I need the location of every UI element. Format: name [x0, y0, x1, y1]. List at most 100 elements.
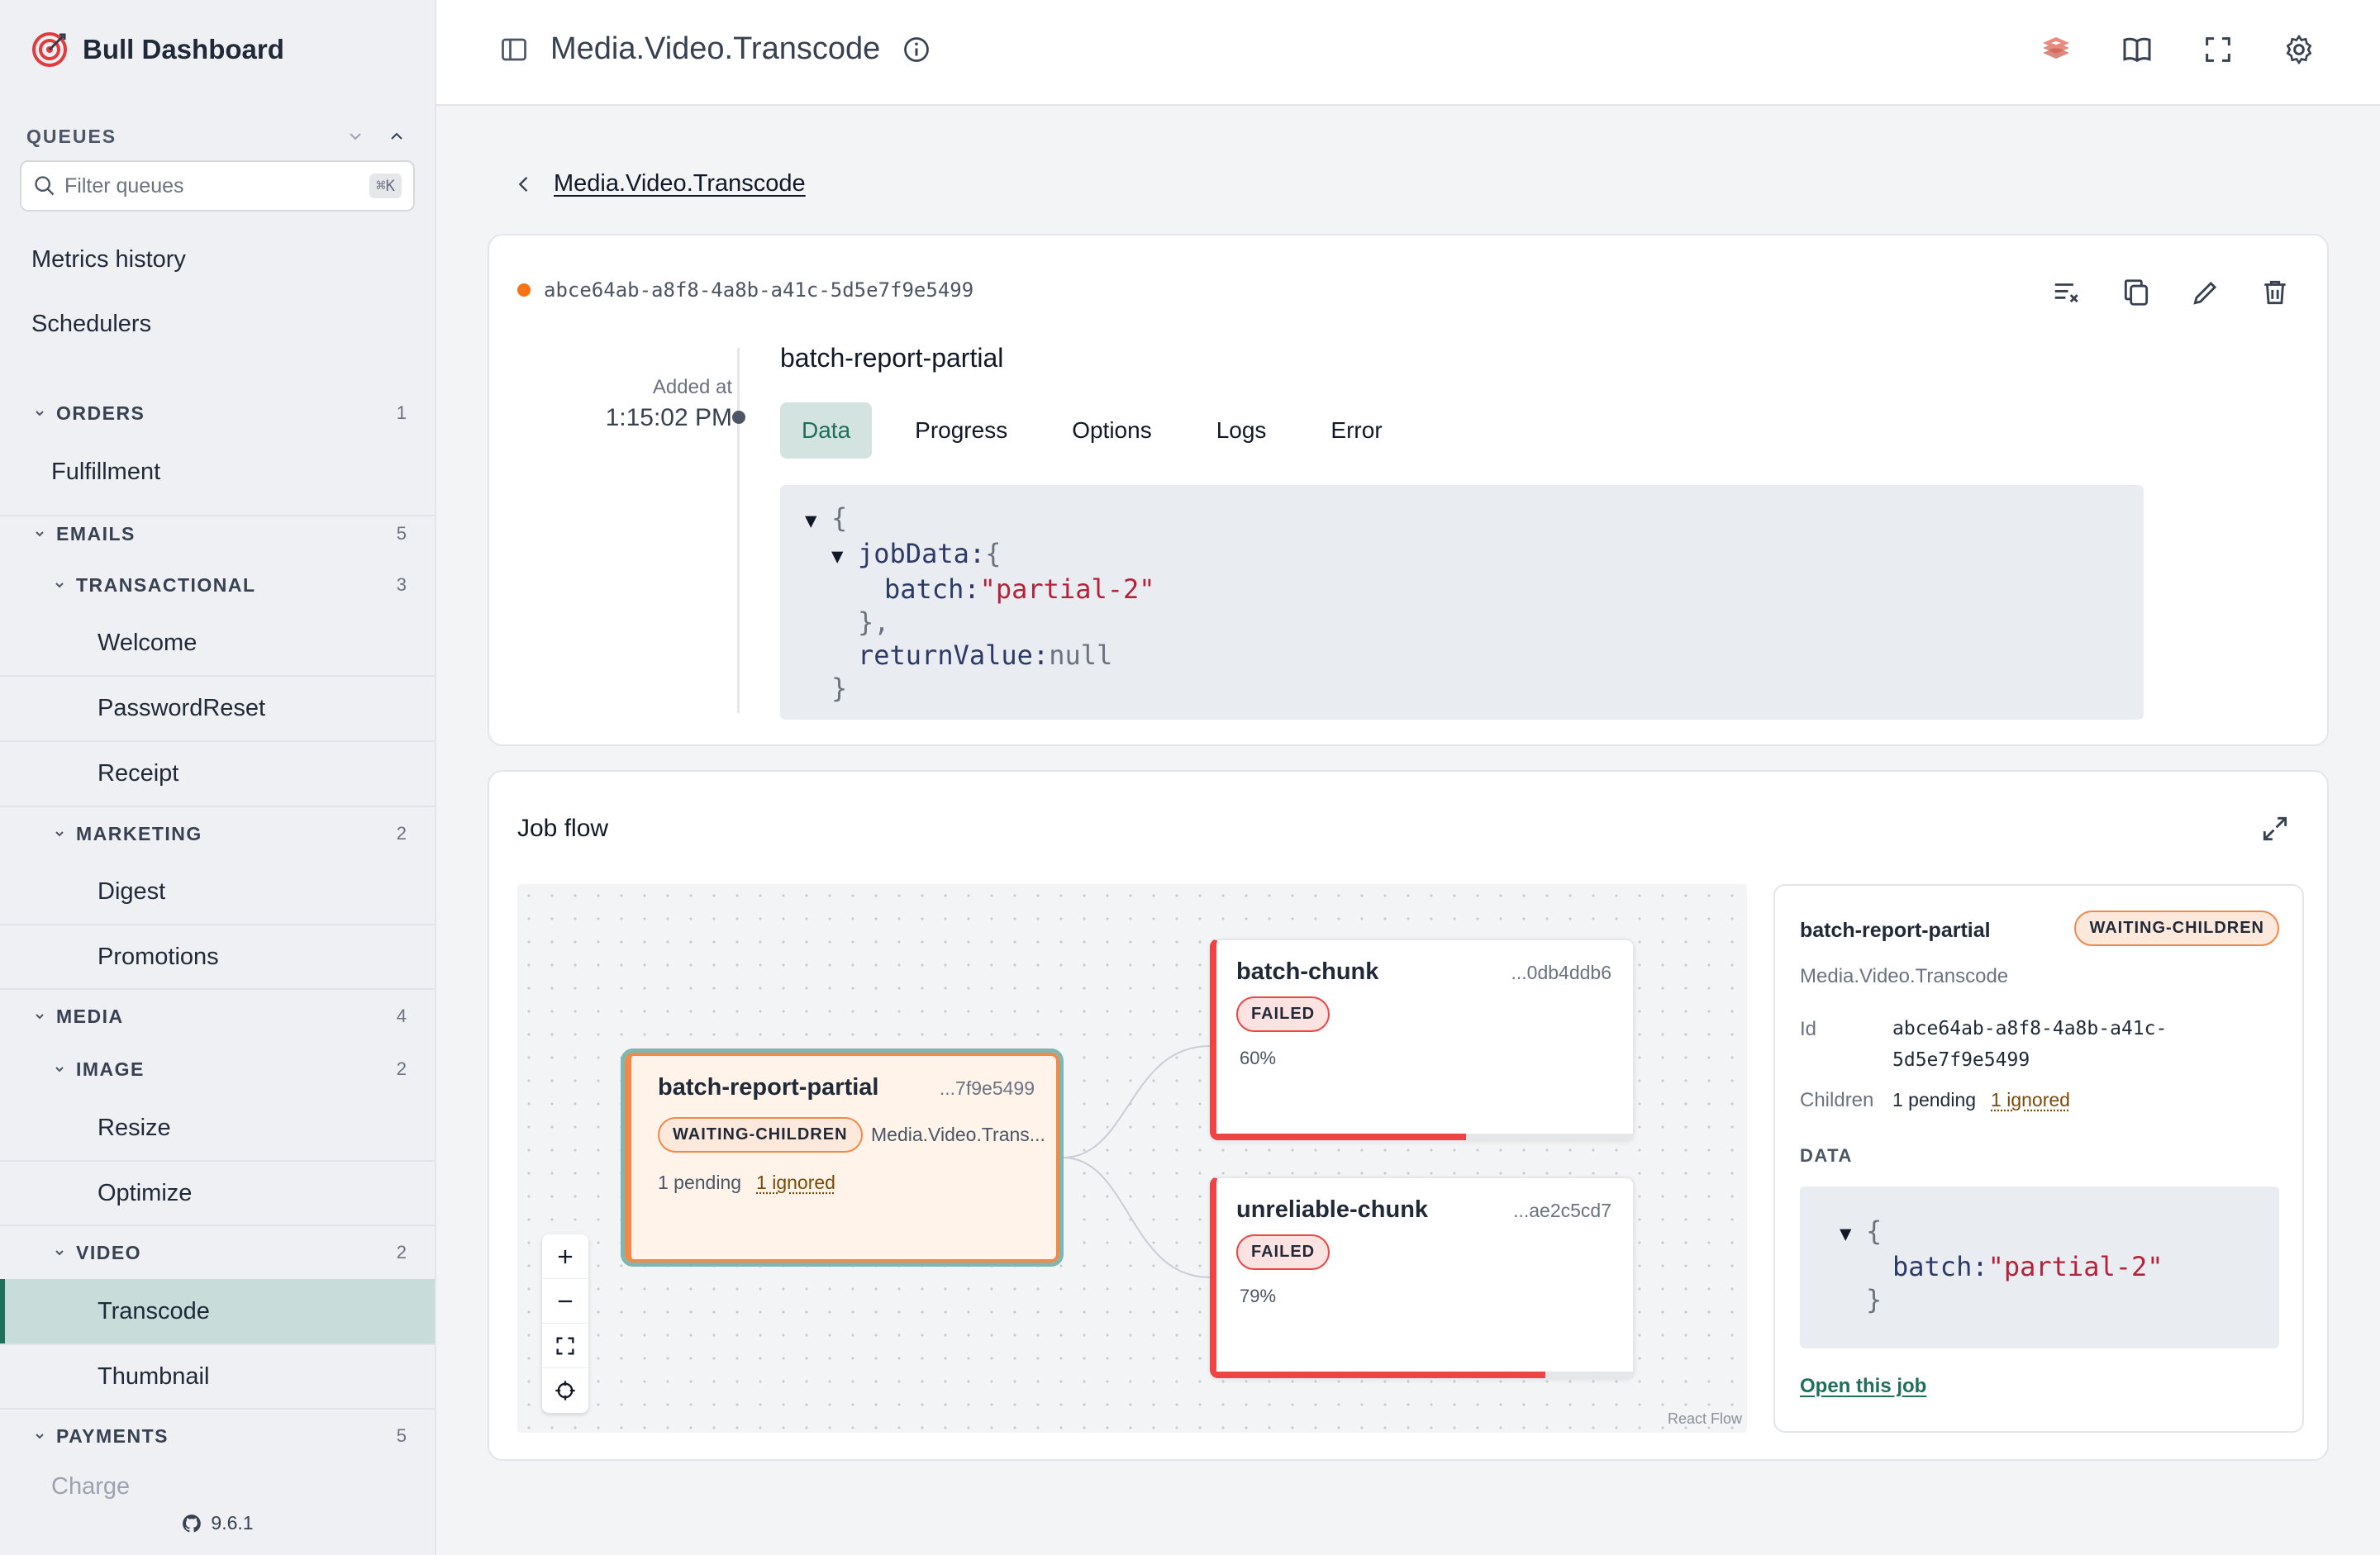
chevron-down-icon	[36, 1014, 44, 1020]
tab-options[interactable]: Options	[1050, 402, 1173, 459]
group-media[interactable]: MEDIA 4	[0, 988, 435, 1043]
back-to-queue-link[interactable]: Media.Video.Transcode	[554, 170, 806, 197]
progress-label: 60%	[1240, 1048, 1277, 1068]
sidebar-toggle-icon[interactable]	[499, 35, 529, 64]
group-label: EMAILS	[56, 522, 136, 544]
sidebar: Bull Dashboard QUEUES ⌘K Metrics history…	[0, 0, 436, 1555]
group-label: PAYMENTS	[56, 1424, 169, 1447]
timeline-line	[737, 348, 740, 713]
version-footer[interactable]: 9.6.1	[0, 1512, 435, 1534]
group-count: 3	[396, 574, 407, 595]
job-id: abce64ab-a8f8-4a8b-a41c-5d5e7f9e5499	[517, 278, 973, 302]
filter-queues-input[interactable]	[64, 174, 362, 198]
flow-node-child[interactable]: batch-chunk ...0db4ddb6 FAILED 60%	[1210, 939, 1635, 1140]
queue-item-transcode[interactable]: Transcode	[0, 1279, 435, 1343]
collapse-toggle[interactable]: ▼	[831, 540, 858, 573]
group-count: 2	[396, 823, 407, 844]
queue-item-digest[interactable]: Digest	[0, 859, 435, 924]
detail-id-line2: 5d5e7f9e5499	[1892, 1049, 2030, 1071]
node-children-count: 1 pending 1 ignored	[658, 1172, 835, 1194]
brand[interactable]: Bull Dashboard	[31, 31, 284, 68]
queue-item-thumbnail[interactable]: Thumbnail	[0, 1343, 435, 1408]
detail-children: 1 pending 1 ignored	[1892, 1089, 2070, 1111]
metrics-history-link[interactable]: Metrics history	[31, 246, 186, 273]
collapse-toggle[interactable]: ▼	[1840, 1217, 1866, 1250]
flow-node-parent[interactable]: batch-report-partial ...7f9e5499 WAITING…	[621, 1049, 1064, 1267]
collapse-toggle[interactable]: ▼	[805, 504, 831, 537]
queue-item-passwordreset[interactable]: PasswordReset	[0, 675, 435, 739]
status-badge: FAILED	[1236, 1234, 1330, 1270]
json-brace: }	[831, 673, 848, 704]
trash-icon[interactable]	[2259, 277, 2291, 308]
queue-label: Resize	[98, 1114, 171, 1141]
job-name: batch-report-partial	[780, 343, 1004, 373]
flow-node-child[interactable]: unreliable-chunk ...ae2c5cd7 FAILED 79%	[1210, 1177, 1635, 1378]
job-data-viewer: ▼{ ▼ jobData:{ batch:"partial-2" }, retur…	[780, 485, 2144, 720]
gear-icon[interactable]	[2282, 33, 2316, 66]
tab-data[interactable]: Data	[780, 402, 873, 459]
chevron-left-icon[interactable]	[512, 173, 536, 196]
queue-label: Transcode	[98, 1297, 210, 1324]
fit-view-button[interactable]	[542, 1324, 588, 1368]
tab-error[interactable]: Error	[1309, 402, 1403, 459]
queue-item-fulfillment[interactable]: Fulfillment	[0, 440, 435, 504]
zoom-out-button[interactable]	[542, 1279, 588, 1324]
chevron-down-icon[interactable]	[345, 126, 365, 146]
schedulers-link[interactable]: Schedulers	[31, 311, 151, 338]
json-key: returnValue:	[858, 640, 1050, 671]
node-detail-panel: batch-report-partial WAITING-CHILDREN Me…	[1773, 884, 2304, 1433]
clean-logs-icon[interactable]	[2051, 277, 2082, 308]
queue-item-optimize[interactable]: Optimize	[0, 1160, 435, 1225]
json-null: null	[1049, 640, 1113, 671]
chevron-down-icon	[36, 531, 44, 537]
queue-item-charge[interactable]: Charge	[0, 1466, 435, 1507]
center-button[interactable]	[542, 1368, 588, 1413]
filter-queues[interactable]: ⌘K	[20, 160, 415, 212]
job-flow-card: Job flow batch-report-partial ...7f9e549…	[488, 770, 2329, 1461]
chevron-down-icon	[55, 1250, 64, 1256]
progress-fill	[1216, 1134, 1467, 1140]
job-card: abce64ab-a8f8-4a8b-a41c-5d5e7f9e5499 Add…	[488, 234, 2329, 746]
queue-item-promotions[interactable]: Promotions	[0, 924, 435, 988]
progress-bar	[1216, 1372, 1633, 1378]
zoom-in-button[interactable]	[542, 1234, 588, 1279]
job-id-text: abce64ab-a8f8-4a8b-a41c-5d5e7f9e5499	[544, 278, 974, 302]
tab-logs[interactable]: Logs	[1195, 402, 1288, 459]
redis-icon[interactable]	[2040, 33, 2073, 66]
json-brace: {	[831, 502, 848, 534]
group-image[interactable]: IMAGE 2	[0, 1053, 435, 1086]
group-marketing[interactable]: MARKETING 2	[0, 806, 435, 860]
info-icon[interactable]	[902, 35, 931, 64]
group-payments[interactable]: PAYMENTS 5	[0, 1408, 435, 1462]
queue-item-receipt[interactable]: Receipt	[0, 740, 435, 805]
queue-item-resize[interactable]: Resize	[0, 1096, 435, 1160]
topbar: Media.Video.Transcode	[436, 0, 2380, 106]
ignored-link[interactable]: 1 ignored	[1991, 1089, 2070, 1110]
react-flow-attribution[interactable]: React Flow	[1668, 1410, 1742, 1428]
open-job-link[interactable]: Open this job	[1800, 1375, 1926, 1398]
detail-data-viewer: ▼{ batch:"partial-2" }	[1800, 1186, 2279, 1348]
chevron-up-icon[interactable]	[387, 126, 407, 146]
book-icon[interactable]	[2121, 33, 2154, 66]
shortcut-hint: ⌘K	[369, 174, 402, 198]
fullscreen-icon[interactable]	[2202, 33, 2235, 66]
expand-icon[interactable]	[2259, 813, 2291, 844]
group-label: IMAGE	[76, 1058, 145, 1080]
group-orders[interactable]: ORDERS 1	[0, 397, 435, 430]
queue-item-welcome[interactable]: Welcome	[0, 611, 435, 675]
group-video[interactable]: VIDEO 2	[0, 1225, 435, 1279]
queue-title: Media.Video.Transcode	[550, 31, 881, 66]
edit-icon[interactable]	[2190, 277, 2221, 308]
fit-view-icon	[556, 1337, 574, 1354]
json-brace: {	[1866, 1215, 1883, 1247]
group-emails[interactable]: EMAILS 5	[0, 515, 435, 551]
copy-icon[interactable]	[2121, 277, 2152, 308]
flow-canvas[interactable]: batch-report-partial ...7f9e5499 WAITING…	[517, 884, 1747, 1433]
queue-label: Charge	[51, 1472, 131, 1500]
progress-label: 79%	[1240, 1286, 1277, 1306]
page-title: Media.Video.Transcode	[499, 31, 931, 67]
tab-progress[interactable]: Progress	[893, 402, 1029, 459]
group-transactional[interactable]: TRANSACTIONAL 3	[0, 568, 435, 602]
group-label: MEDIA	[56, 1005, 124, 1027]
ignored-link[interactable]: 1 ignored	[756, 1172, 835, 1193]
